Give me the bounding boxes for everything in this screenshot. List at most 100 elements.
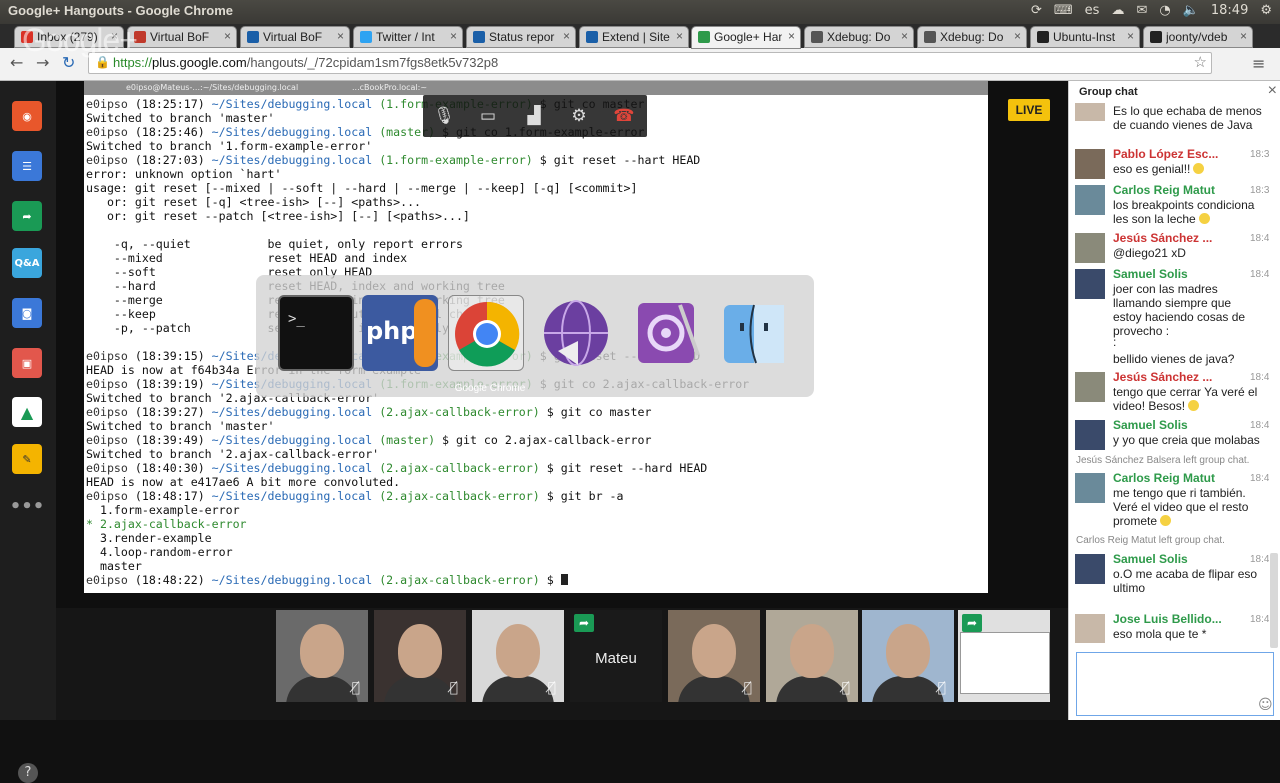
participant-thumb[interactable]: 🎙̸ [766, 610, 858, 702]
bandwidth-icon[interactable]: ▟ [521, 103, 547, 129]
tab-close-icon[interactable]: × [1014, 29, 1021, 43]
participant-thumb[interactable]: 🎙̸ [472, 610, 564, 702]
tab-close-icon[interactable]: × [1240, 29, 1247, 43]
avatar[interactable] [1075, 614, 1105, 643]
tab-4[interactable]: Twitter / Int × [353, 26, 463, 48]
participant-thumb[interactable]: ➦ Mateu [570, 610, 662, 702]
window-title: Google+ Hangouts - Google Chrome [8, 3, 233, 18]
chat-app-icon[interactable]: ☰ [12, 151, 42, 181]
sketchpad-app-icon[interactable]: ✎ [12, 444, 42, 474]
google-drive-app-icon[interactable]: ▲ [12, 397, 42, 427]
keyboard-layout[interactable]: es [1085, 3, 1100, 18]
avatar[interactable] [1075, 554, 1105, 584]
avatar[interactable] [1075, 149, 1105, 179]
chat-sender[interactable]: Jesús Sánchez ... [1113, 231, 1231, 245]
settings-icon[interactable]: ⚙ [566, 103, 592, 129]
tab-close-icon[interactable]: × [901, 29, 908, 43]
tab-10[interactable]: Ubuntu-Inst × [1030, 26, 1140, 48]
camera-app-icon[interactable]: ◙ [12, 298, 42, 328]
avatar[interactable] [1075, 372, 1105, 402]
chat-text: los breakpoints condiciona les son la le… [1113, 198, 1255, 226]
tab-7[interactable]: Google+ Han × [691, 26, 801, 49]
tab-close-icon[interactable]: × [1127, 29, 1134, 43]
avatar[interactable] [1075, 269, 1105, 299]
chat-sender[interactable]: Samuel Solis [1113, 552, 1231, 566]
help-icon[interactable]: ? [18, 763, 38, 783]
terminal-line: e0ipso (18:39:27) ~/Sites/debugging.loca… [86, 405, 652, 419]
tab-3[interactable]: Virtual BoF × [240, 26, 350, 48]
keyboard-icon[interactable]: ⌨ [1054, 3, 1073, 18]
avatar[interactable] [1075, 103, 1105, 121]
avatar[interactable] [1075, 233, 1105, 263]
mail-icon[interactable]: ✉ [1136, 3, 1147, 18]
smiley-emoji-icon [1193, 163, 1205, 174]
terminal-line: e0ipso (18:48:22) ~/Sites/debugging.loca… [86, 573, 749, 587]
power-icon[interactable]: ⚙ [1260, 3, 1272, 18]
chat-input[interactable] [1076, 652, 1274, 716]
chrome-app-icon[interactable] [448, 295, 524, 371]
tab-6[interactable]: Extend | Site × [579, 26, 689, 48]
tab-8[interactable]: Xdebug: Do × [804, 26, 914, 48]
tab-label: Virtual BoF [263, 30, 323, 44]
effects-app-icon[interactable]: ▣ [12, 348, 42, 378]
tab-5[interactable]: Status repor × [466, 26, 576, 48]
participant-thumb[interactable]: 🎙̸ [862, 610, 954, 702]
chat-sender[interactable]: Samuel Solis [1113, 267, 1231, 281]
participant-thumb[interactable]: 🎙̸ [668, 610, 760, 702]
mute-mic-icon[interactable]: 🎙 [431, 103, 457, 129]
screenshare-app-icon[interactable]: ➦ [12, 201, 42, 231]
close-icon[interactable]: × [1268, 82, 1277, 100]
php-app-icon[interactable]: php [362, 295, 438, 371]
tab-2[interactable]: Virtual BoF × [127, 26, 237, 48]
terminal-app-icon[interactable]: >_ [278, 295, 354, 371]
tab-close-icon[interactable]: × [337, 29, 344, 43]
participant-thumb[interactable]: 🎙̸ [276, 610, 368, 702]
emoji-picker-icon[interactable]: ☺ [1258, 697, 1273, 713]
sync-icon[interactable]: ⟳ [1031, 3, 1042, 18]
more-apps-icon[interactable]: ••• [10, 491, 45, 521]
tab-close-icon[interactable]: × [676, 29, 683, 43]
menu-icon[interactable]: ≡ [1252, 54, 1265, 73]
wifi-icon[interactable]: ◔ [1159, 3, 1170, 18]
chat-scrollbar[interactable] [1270, 553, 1278, 648]
tab-close-icon[interactable]: × [788, 29, 795, 43]
chat-sender[interactable]: Carlos Reig Matut [1113, 471, 1231, 485]
hang-up-icon[interactable]: ☎ [611, 103, 637, 129]
chat-sender[interactable]: Jesús Sánchez ... [1113, 370, 1231, 384]
qa-app-icon[interactable]: Q&A [12, 248, 42, 278]
chat-sender[interactable]: Samuel Solis [1113, 418, 1231, 432]
network-app-icon[interactable] [538, 295, 614, 371]
system-notice: Carlos Reig Matut left group chat. [1076, 535, 1225, 546]
chat-sender[interactable]: Pablo López Esc... [1113, 147, 1231, 161]
finder-app-icon[interactable] [716, 295, 792, 371]
camera-off-icon[interactable]: ▭ [475, 103, 501, 129]
xcode-app-icon[interactable] [628, 295, 704, 371]
tab-close-icon[interactable]: × [224, 29, 231, 43]
tab-label: Status repor [489, 30, 555, 44]
avatar[interactable] [1075, 185, 1105, 215]
clock[interactable]: 18:49 [1211, 3, 1248, 18]
participant-thumb[interactable]: ➦ [958, 610, 1050, 702]
address-bar[interactable]: 🔒 https://plus.google.com/hangouts/_/72c… [88, 52, 1212, 74]
chat-text: @diego21 xD [1113, 246, 1186, 260]
avatar[interactable] [1075, 473, 1105, 503]
tab-close-icon[interactable]: × [450, 29, 457, 43]
muted-mic-icon: 🎙̸ [841, 680, 850, 696]
participant-thumb[interactable]: 🎙̸ [374, 610, 466, 702]
chat-text: y yo que creia que molabas [1113, 433, 1260, 447]
avatar[interactable] [1075, 420, 1105, 450]
chat-sender[interactable]: Jose Luis Bellido... [1113, 612, 1231, 626]
tab-9[interactable]: Xdebug: Do × [917, 26, 1027, 48]
tab-strip: Inbox (279) × Virtual BoF × Virtual BoF × Twit… [0, 24, 1280, 49]
tab-11[interactable]: joonty/vdeb × [1143, 26, 1253, 48]
chat-timestamp: 18:45 [1249, 372, 1269, 383]
bookmark-star-icon[interactable]: ☆ [1194, 53, 1207, 71]
volume-icon[interactable]: 🔈 [1183, 3, 1199, 18]
url-text: https://plus.google.com/hangouts/_/72cpi… [113, 55, 499, 70]
hangout-toolbox-app-icon[interactable]: ◉ [12, 101, 42, 131]
chat-text: eso mola que te * [1113, 627, 1207, 641]
terminal-line: Switched to branch 'master' [86, 111, 275, 125]
cloud-icon[interactable]: ☁ [1111, 3, 1124, 18]
chat-sender[interactable]: Carlos Reig Matut [1113, 183, 1231, 197]
tab-close-icon[interactable]: × [563, 29, 570, 43]
